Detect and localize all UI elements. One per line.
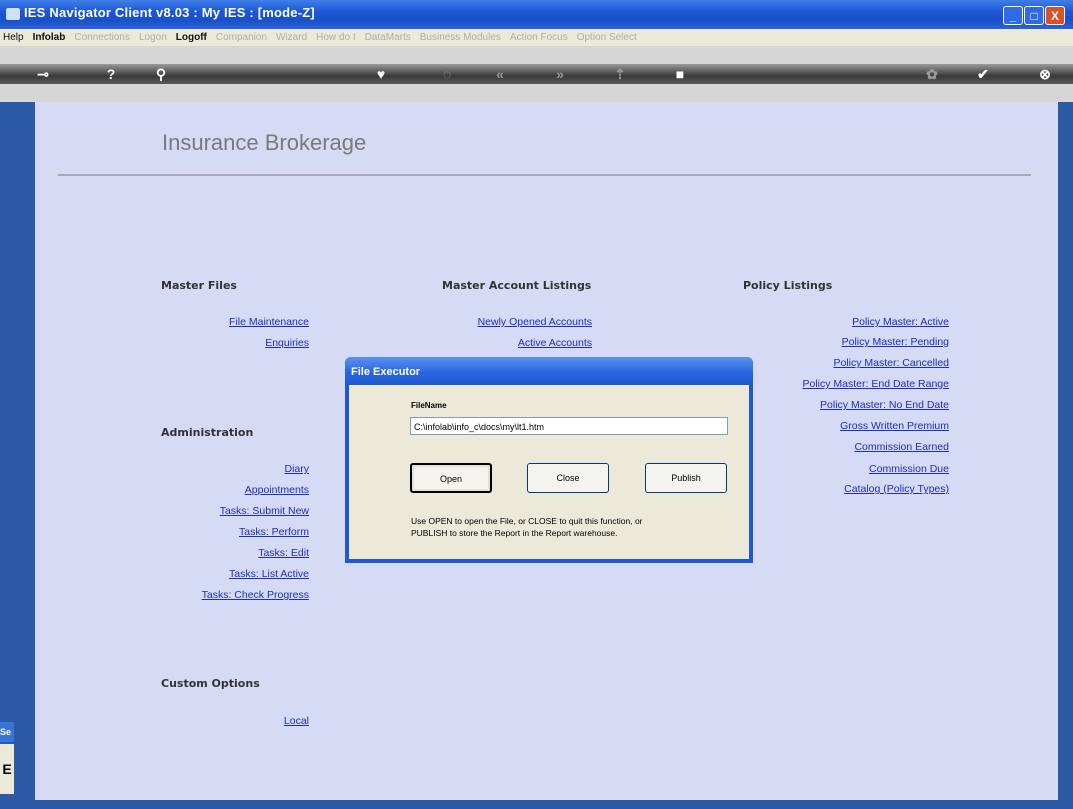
close-window-button[interactable]: X xyxy=(1045,6,1065,25)
menu-option-select[interactable]: Option Select xyxy=(577,32,637,43)
link-file-maintenance[interactable]: File Maintenance xyxy=(229,316,309,328)
menu-wizard[interactable]: Wizard xyxy=(276,32,307,43)
link-diary[interactable]: Diary xyxy=(284,463,309,475)
link-appointments[interactable]: Appointments xyxy=(245,484,309,496)
close-button[interactable]: Close xyxy=(527,463,609,493)
back-icon[interactable]: « xyxy=(485,64,515,84)
minimize-button[interactable]: _ xyxy=(1003,6,1023,25)
link-enquiries[interactable]: Enquiries xyxy=(265,337,309,349)
dialog-message-line-1: Use OPEN to open the File, or CLOSE to q… xyxy=(411,516,643,526)
maximize-button[interactable]: □ xyxy=(1024,6,1044,25)
administration-heading: Administration xyxy=(161,426,254,439)
link-policy-master-end-date-range[interactable]: Policy Master: End Date Range xyxy=(803,378,950,390)
toolbar: ⊸ ? ⚲ ♥ ◌ « » ⇡ ■ ✿ ✔ ⊗ xyxy=(0,46,1073,102)
dialog-title-bar[interactable]: File Executor xyxy=(345,357,753,385)
app-icon xyxy=(6,8,20,20)
dialog-body: FileName C:\infolab\info_c\docs\my\lt1.h… xyxy=(349,385,749,559)
dialog-message: Use OPEN to open the File, or CLOSE to q… xyxy=(411,515,643,539)
link-tasks-list-active[interactable]: Tasks: List Active xyxy=(229,568,309,580)
window-title: IES Navigator Client v8.03 : My IES : [m… xyxy=(24,5,315,20)
search-icon[interactable]: ⚲ xyxy=(146,64,176,84)
link-tasks-check-progress[interactable]: Tasks: Check Progress xyxy=(202,589,309,601)
link-newly-opened-accounts[interactable]: Newly Opened Accounts xyxy=(478,316,592,328)
export-icon[interactable]: ⇡ xyxy=(605,64,635,84)
file-executor-dialog: File Executor FileName C:\infolab\info_c… xyxy=(345,357,753,563)
check-icon[interactable]: ✔ xyxy=(968,64,998,84)
link-catalog-policy-types[interactable]: Catalog (Policy Types) xyxy=(844,483,949,495)
side-tab-glyph: E xyxy=(0,744,14,794)
power-icon[interactable]: ◌ xyxy=(432,64,462,84)
dialog-message-line-2: PUBLISH to store the Report in the Repor… xyxy=(411,528,618,538)
side-tab[interactable]: Se E xyxy=(0,720,14,800)
link-policy-master-cancelled[interactable]: Policy Master: Cancelled xyxy=(833,357,949,369)
title-bar: IES Navigator Client v8.03 : My IES : [m… xyxy=(0,0,1073,29)
link-policy-master-no-end-date[interactable]: Policy Master: No End Date xyxy=(820,399,949,411)
side-tab-label: Se xyxy=(0,722,14,742)
page-title: Insurance Brokerage xyxy=(162,130,367,155)
link-tasks-edit[interactable]: Tasks: Edit xyxy=(258,547,309,559)
link-policy-master-pending[interactable]: Policy Master: Pending xyxy=(842,336,949,348)
stop-icon[interactable]: ■ xyxy=(665,64,695,84)
settings-icon[interactable]: ✿ xyxy=(917,64,947,84)
link-active-accounts[interactable]: Active Accounts xyxy=(518,337,592,349)
menu-how-do-i[interactable]: How do I xyxy=(316,32,355,43)
menu-companion[interactable]: Companion xyxy=(216,32,267,43)
divider xyxy=(58,174,1031,176)
dialog-title: File Executor xyxy=(351,366,421,378)
link-commission-earned[interactable]: Commission Earned xyxy=(854,441,949,453)
menu-bar: Help Infolab Connections Logon Logoff Compani… xyxy=(0,29,1073,46)
link-tasks-submit-new[interactable]: Tasks: Submit New xyxy=(220,505,309,517)
master-account-listings-heading: Master Account Listings xyxy=(442,279,592,292)
menu-logon[interactable]: Logon xyxy=(139,32,167,43)
custom-options-heading: Custom Options xyxy=(161,677,260,690)
cancel-icon[interactable]: ⊗ xyxy=(1030,64,1060,84)
filename-label: FileName xyxy=(411,401,447,410)
menu-infolab[interactable]: Infolab xyxy=(33,32,66,43)
menu-datamarts[interactable]: DataMarts xyxy=(365,32,411,43)
key-icon[interactable]: ⊸ xyxy=(28,64,58,84)
help-icon[interactable]: ? xyxy=(96,64,126,84)
link-commission-due[interactable]: Commission Due xyxy=(869,463,949,475)
menu-logoff[interactable]: Logoff xyxy=(176,32,207,43)
link-gross-written-premium[interactable]: Gross Written Premium xyxy=(840,420,949,432)
bottom-border xyxy=(0,800,1073,809)
master-files-heading: Master Files xyxy=(161,279,237,292)
filename-input[interactable]: C:\infolab\info_c\docs\my\lt1.htm xyxy=(410,417,728,435)
link-tasks-perform[interactable]: Tasks: Perform xyxy=(239,526,309,538)
heart-icon[interactable]: ♥ xyxy=(366,64,396,84)
publish-button[interactable]: Publish xyxy=(645,463,727,493)
menu-business-modules[interactable]: Business Modules xyxy=(420,32,501,43)
menu-help[interactable]: Help xyxy=(3,32,24,43)
link-local[interactable]: Local xyxy=(284,715,309,727)
menu-connections[interactable]: Connections xyxy=(74,32,130,43)
policy-listings-heading: Policy Listings xyxy=(743,279,833,292)
link-policy-master-active[interactable]: Policy Master: Active xyxy=(852,316,949,328)
menu-action-focus[interactable]: Action Focus xyxy=(510,32,568,43)
forward-icon[interactable]: » xyxy=(545,64,575,84)
open-button[interactable]: Open xyxy=(410,463,492,493)
